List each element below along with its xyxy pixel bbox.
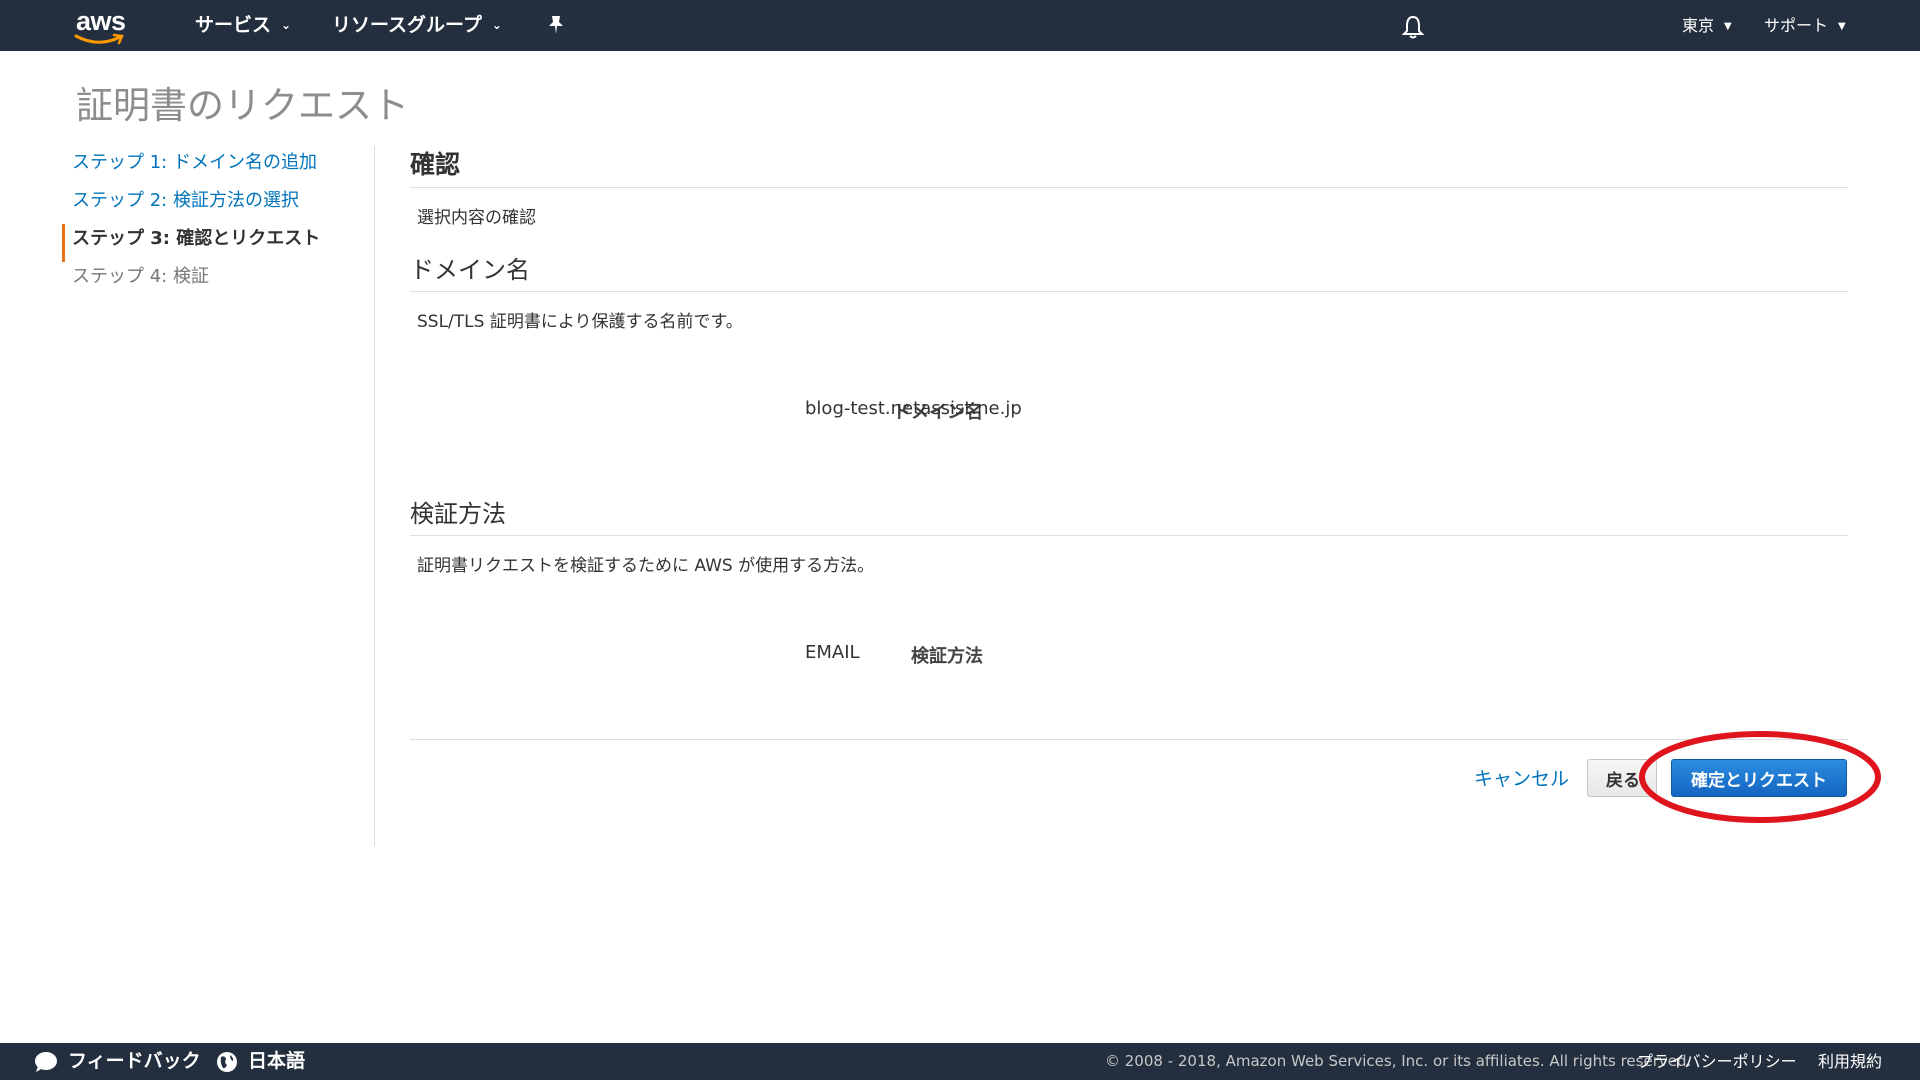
feedback-label: フィードバック — [68, 1050, 201, 1072]
step-3-label: ステップ 3: 確認とリクエスト — [72, 228, 321, 249]
validation-section-title: 検証方法 — [410, 494, 1848, 536]
services-label: サービス — [195, 14, 272, 36]
step-3-current: ステップ 3: 確認とリクエスト — [62, 224, 372, 262]
feedback-link[interactable]: フィードバック — [34, 1043, 201, 1080]
domain-section-title: ドメイン名 — [410, 250, 1848, 292]
globe-icon — [217, 1051, 237, 1072]
aws-logo[interactable]: aws — [72, 6, 128, 46]
privacy-policy-link[interactable]: プライバシーポリシー — [1637, 1043, 1797, 1080]
footer-bar: フィードバック 日本語 © 2008 - 2018, Amazon Web Se… — [0, 1043, 1920, 1080]
pin-icon[interactable] — [546, 14, 566, 42]
cancel-button[interactable]: キャンセル — [1468, 763, 1575, 792]
domain-name-row: ドメイン名 blog-test.netassist.ne.jp — [410, 398, 1848, 424]
aws-smile-icon — [74, 33, 124, 45]
copyright-text: © 2008 - 2018, Amazon Web Services, Inc.… — [1105, 1052, 1692, 1070]
validation-method-label: 検証方法 — [911, 646, 983, 667]
main-content: 確認 選択内容の確認 ドメイン名 SSL/TLS 証明書により保護する名前です。… — [410, 145, 1848, 668]
caret-down-icon: ▼ — [1724, 21, 1732, 32]
step-4-label: ステップ 4: 検証 — [72, 266, 209, 287]
terms-link[interactable]: 利用規約 — [1818, 1043, 1882, 1080]
actions-divider — [410, 739, 1848, 740]
page-title: 証明書のリクエスト — [76, 84, 409, 127]
resource-groups-label: リソースグループ — [332, 14, 482, 36]
chevron-down-icon: ⌄ — [491, 18, 502, 32]
chevron-down-icon: ⌄ — [281, 18, 292, 32]
notification-bell-icon[interactable] — [1400, 14, 1426, 44]
validation-method-value: EMAIL — [805, 642, 860, 663]
speech-bubble-icon — [35, 1051, 57, 1072]
domain-name-value: blog-test.netassist.ne.jp — [805, 398, 1022, 419]
language-label: 日本語 — [248, 1050, 306, 1072]
support-menu[interactable]: サポート ▼ — [1764, 0, 1846, 51]
resource-groups-menu[interactable]: リソースグループ ⌄ — [332, 0, 502, 51]
step-1-label[interactable]: ステップ 1: ドメイン名の追加 — [72, 152, 317, 173]
top-navigation-bar: aws サービス ⌄ リソースグループ ⌄ 東京 ▼ サポート ▼ — [0, 0, 1920, 51]
validation-section-description: 証明書リクエストを検証するために AWS が使用する方法。 — [417, 556, 875, 576]
step-2-link[interactable]: ステップ 2: 検証方法の選択 — [62, 186, 372, 224]
red-annotation-circle — [1639, 731, 1881, 823]
step-4-disabled: ステップ 4: 検証 — [62, 262, 372, 300]
support-label: サポート — [1764, 16, 1829, 35]
review-title: 確認 — [410, 145, 1848, 188]
validation-method-row: 検証方法 EMAIL — [410, 642, 1848, 668]
domain-section-description: SSL/TLS 証明書により保護する名前です。 — [417, 312, 743, 332]
wizard-steps: ステップ 1: ドメイン名の追加 ステップ 2: 検証方法の選択 ステップ 3:… — [62, 148, 372, 300]
step-2-label[interactable]: ステップ 2: 検証方法の選択 — [72, 190, 299, 211]
region-label: 東京 — [1682, 16, 1715, 35]
review-description: 選択内容の確認 — [417, 208, 536, 228]
region-menu[interactable]: 東京 ▼ — [1682, 0, 1732, 51]
services-menu[interactable]: サービス ⌄ — [195, 0, 291, 51]
step-1-link[interactable]: ステップ 1: ドメイン名の追加 — [62, 148, 372, 186]
caret-down-icon: ▼ — [1838, 21, 1846, 32]
language-selector[interactable]: 日本語 — [216, 1043, 305, 1080]
sidebar-divider — [374, 146, 375, 846]
